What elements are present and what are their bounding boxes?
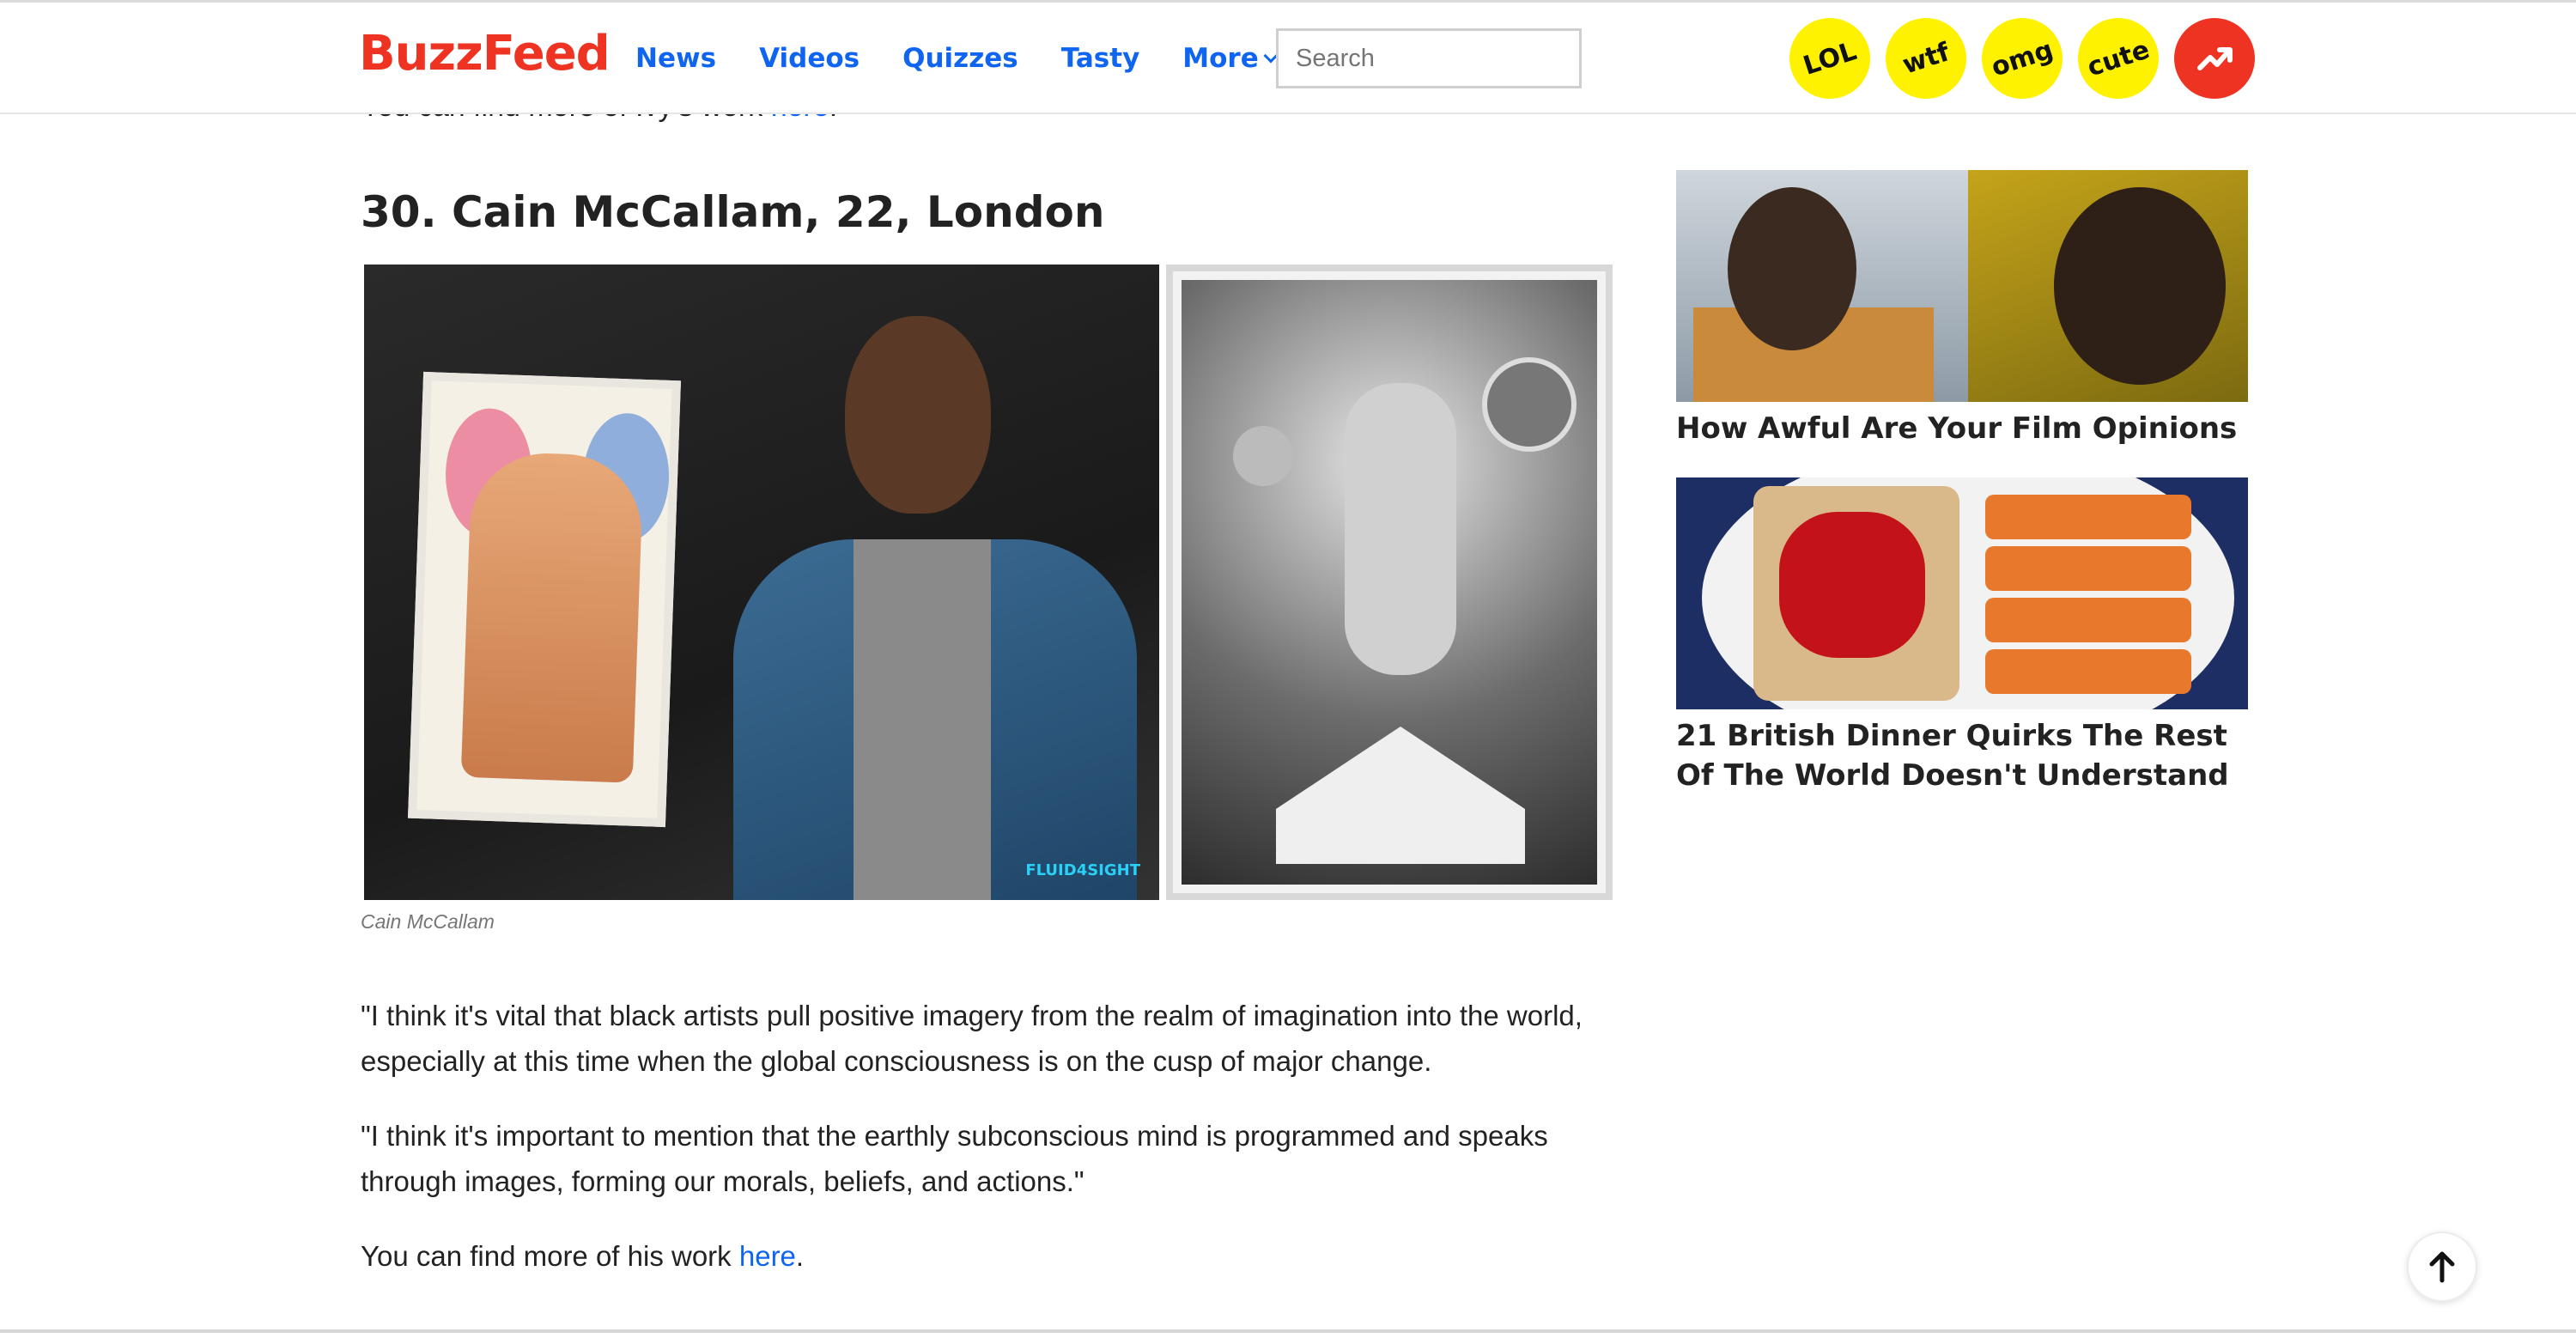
thumbnail-right-face bbox=[2054, 187, 2226, 385]
bottom-border bbox=[0, 1329, 2576, 1333]
drawing-planet bbox=[1482, 357, 1577, 452]
nav-quizzes[interactable]: Quizzes bbox=[902, 37, 1018, 80]
photo-watermark: FLUID4SIGHT bbox=[1025, 861, 1140, 879]
drawing-illustration bbox=[1182, 280, 1597, 885]
thumbnail-fish-finger bbox=[1985, 546, 2191, 591]
thumbnail-fish-finger bbox=[1985, 649, 2191, 694]
quote-paragraph-1: "I think it's vital that black artists p… bbox=[361, 1000, 1583, 1077]
more-work-text: You can find more of his work bbox=[361, 1240, 732, 1272]
badge-wtf[interactable]: wtf bbox=[1874, 7, 1978, 110]
artist-photo: FLUID4SIGHT bbox=[364, 265, 1159, 900]
reaction-badges: LOL wtf omg cute bbox=[1778, 7, 2255, 110]
drawing-small-planet bbox=[1233, 426, 1293, 486]
artwork-drawing bbox=[1166, 265, 1613, 900]
painting-main-figure bbox=[460, 450, 644, 783]
sidebar-card-british-dinner[interactable]: 21 British Dinner Quirks The Rest Of The… bbox=[1676, 477, 2248, 795]
thumbnail-fish-finger bbox=[1985, 495, 2191, 539]
more-work-line: You can find more of his work here. bbox=[361, 1233, 1614, 1279]
badge-omg[interactable]: omg bbox=[1971, 7, 2074, 110]
site-header: BuzzFeed News Videos Quizzes Tasty More … bbox=[0, 3, 2576, 114]
thumbnail-right-still bbox=[1968, 170, 2248, 402]
nav-more[interactable]: More bbox=[1182, 37, 1279, 80]
quote-paragraph-2: "I think it's important to mention that … bbox=[361, 1120, 1548, 1197]
nav-more-label: More bbox=[1182, 43, 1259, 74]
thumbnail-dinner-plate bbox=[1676, 477, 2248, 709]
painting-artwork bbox=[408, 371, 681, 828]
more-work-suffix: . bbox=[795, 1240, 805, 1272]
badge-lol[interactable]: LOL bbox=[1778, 7, 1881, 110]
trending-arrow-icon bbox=[2197, 47, 2233, 70]
main-nav: News Videos Quizzes Tasty More bbox=[635, 37, 1319, 80]
nav-tasty[interactable]: Tasty bbox=[1061, 37, 1140, 80]
image-caption: Cain McCallam bbox=[361, 910, 495, 933]
card-title[interactable]: 21 British Dinner Quirks The Rest Of The… bbox=[1676, 716, 2248, 795]
search-input[interactable] bbox=[1276, 28, 1582, 88]
trending-button[interactable] bbox=[2174, 18, 2255, 99]
nav-videos[interactable]: Videos bbox=[759, 37, 860, 80]
thumbnail-ketchup bbox=[1779, 512, 1925, 658]
more-work-link[interactable]: here bbox=[739, 1240, 796, 1272]
back-to-top-button[interactable] bbox=[2407, 1232, 2477, 1302]
card-thumbnail[interactable] bbox=[1676, 477, 2248, 709]
thumbnail-fish-finger bbox=[1985, 598, 2191, 642]
artist-figure bbox=[725, 316, 1137, 900]
arrow-up-icon bbox=[2429, 1251, 2455, 1283]
thumbnail-left-face bbox=[1728, 187, 1856, 350]
sidebar-card-film-opinions[interactable]: How Awful Are Your Film Opinions bbox=[1676, 170, 2248, 448]
artist-shirt bbox=[854, 539, 991, 900]
item-headline: 30. Cain McCallam, 22, London bbox=[361, 187, 1105, 237]
artist-head bbox=[845, 316, 991, 514]
drawing-figure bbox=[1345, 383, 1456, 675]
thumbnail-left-still bbox=[1676, 170, 1968, 402]
buzzfeed-logo[interactable]: BuzzFeed bbox=[359, 27, 611, 82]
card-thumbnail[interactable] bbox=[1676, 170, 2248, 402]
badge-cute[interactable]: cute bbox=[2067, 7, 2170, 110]
nav-news[interactable]: News bbox=[635, 37, 716, 80]
drawing-temple bbox=[1276, 727, 1525, 864]
card-title[interactable]: How Awful Are Your Film Opinions bbox=[1676, 409, 2248, 448]
